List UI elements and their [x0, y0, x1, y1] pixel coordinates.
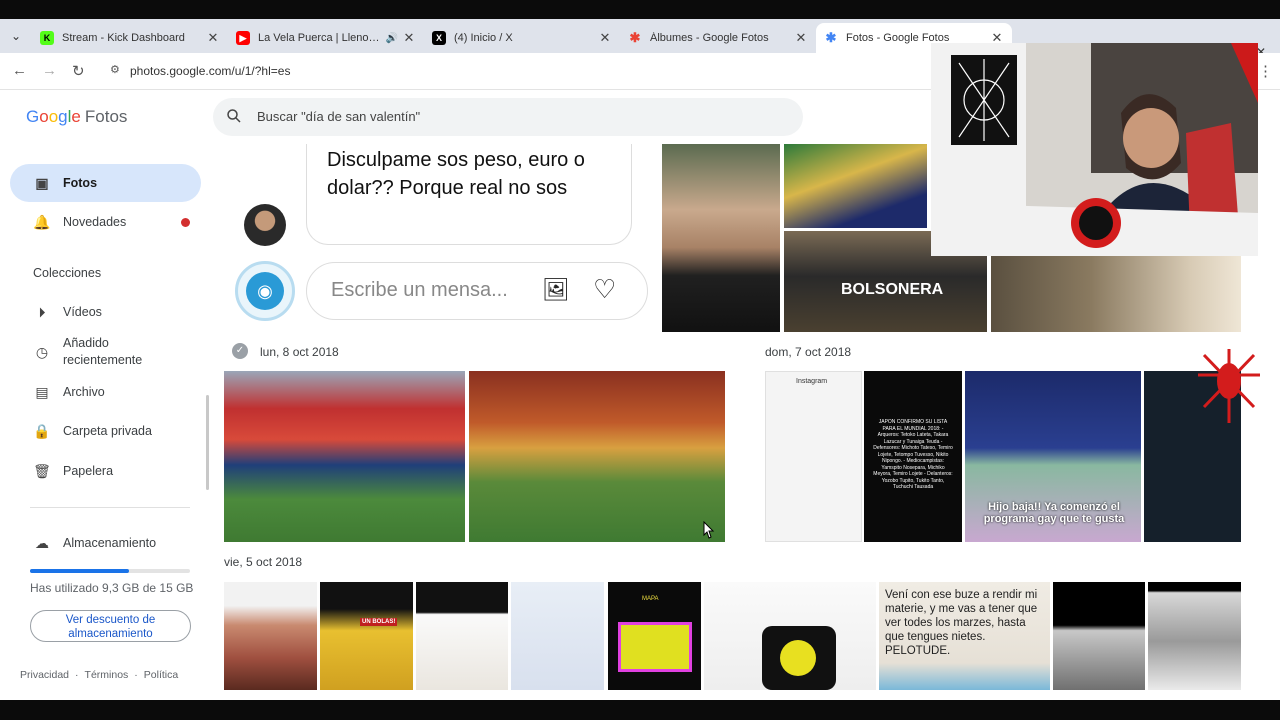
storage-discount-button[interactable]: Ver descuento de almacenamiento — [30, 610, 191, 642]
terms-link[interactable]: Términos — [85, 669, 129, 681]
tab-albums[interactable]: ✱ Álbumes - Google Fotos ✕ — [620, 23, 816, 53]
photo-document[interactable] — [511, 582, 604, 690]
play-icon: ⏵ — [38, 303, 46, 320]
youtube-favicon-icon: ▶ — [236, 31, 250, 45]
sidebar-divider — [30, 507, 190, 508]
chat-bubble: Disculpame sos peso, euro o dolar?? Porq… — [306, 144, 632, 245]
sidebar-item-fotos[interactable]: ▣ Fotos — [10, 164, 201, 202]
search-icon[interactable] — [225, 107, 243, 125]
lock-icon: 🔒 — [33, 422, 51, 439]
storage-progress-fill — [30, 569, 130, 573]
x-favicon-icon: X — [432, 31, 446, 45]
close-tab-icon[interactable]: ✕ — [794, 30, 808, 46]
message-input-image: Escribe un mensa... 🖼 ♡ — [306, 262, 648, 320]
mouse-cursor-icon — [703, 521, 715, 539]
notification-dot — [181, 218, 190, 227]
bottom-letterbox — [0, 700, 1280, 720]
bell-icon: 🔔 — [33, 213, 51, 230]
search-placeholder: Buscar "día de san valentín" — [257, 109, 421, 124]
sidebar-item-storage[interactable]: ☁ Almacenamiento — [10, 524, 201, 562]
date-header: lun, 8 oct 2018 — [260, 345, 339, 359]
photo-caption: BOLSONERA — [841, 281, 944, 298]
screen: ⌄ K Stream - Kick Dashboard ✕ ▶ La Vela … — [0, 0, 1280, 720]
site-info-icon[interactable]: ⚙ — [110, 63, 120, 76]
kick-favicon-icon: K — [40, 31, 54, 45]
heart-icon: ♡ — [593, 274, 617, 304]
photo-icon: ▣ — [35, 174, 49, 191]
sidebar-item-recent[interactable]: ◷ Añadido recientemente — [10, 333, 201, 371]
close-tab-icon[interactable]: ✕ — [206, 30, 220, 46]
photo-cartoon[interactable]: UN BOLAS! — [320, 582, 413, 690]
select-day-check-icon[interactable]: ✓ — [232, 343, 248, 359]
webcam-overlay — [931, 43, 1258, 256]
google-photos-favicon-icon: ✱ — [825, 30, 837, 45]
reload-icon[interactable]: ↻ — [72, 62, 85, 80]
close-tab-icon[interactable]: ✕ — [402, 30, 416, 46]
forward-icon[interactable]: → — [42, 62, 57, 79]
tab-title: La Vela Puerca | Llenos de M — [258, 32, 382, 44]
archive-icon: ▤ — [35, 383, 49, 400]
privacy-link[interactable]: Privacidad — [20, 669, 69, 681]
cloud-icon: ☁ — [35, 534, 49, 551]
storage-usage-text: Has utilizado 9,3 GB de 15 GB — [30, 581, 194, 595]
photo-game-map[interactable]: MAPA — [608, 582, 701, 690]
browser-menu-icon[interactable]: ⋮ — [1258, 62, 1273, 80]
back-icon[interactable]: ← — [12, 62, 27, 79]
search-bar[interactable]: Buscar "día de san valentín" — [213, 98, 803, 136]
tab-title: (4) Inicio / X — [454, 32, 513, 44]
sidebar-item-novedades[interactable]: 🔔 Novedades — [10, 203, 201, 241]
tab-title: Álbumes - Google Fotos — [650, 32, 769, 44]
collections-heading: Colecciones — [33, 266, 102, 280]
photo-tattoo[interactable] — [224, 582, 317, 690]
trash-icon: 🗑 — [33, 462, 51, 479]
policy-link[interactable]: Política — [144, 669, 178, 681]
storage-progress-bar — [30, 569, 190, 573]
photo-meme-tv[interactable]: Hijo baja!! Ya comenzó el programa gay q… — [965, 371, 1141, 542]
sidebar-item-archivo[interactable]: ▤ Archivo — [10, 373, 201, 411]
photo-politician[interactable] — [784, 144, 927, 228]
top-letterbox — [0, 0, 1280, 19]
tab-search-dropdown-icon[interactable]: ⌄ — [6, 26, 26, 46]
tab-youtube[interactable]: ▶ La Vela Puerca | Llenos de M 🔊 ✕ — [228, 23, 424, 53]
url-text: photos.google.com/u/1/?hl=es — [130, 64, 291, 78]
google-photos-logo[interactable]: Google Fotos — [26, 107, 127, 127]
photo-japan-list[interactable]: JAPON CONFIRMO SU LISTA PARA EL MUNDIAL … — [864, 371, 962, 542]
sidebar-item-trash[interactable]: 🗑 Papelera — [10, 452, 201, 490]
photo-football-2[interactable] — [469, 371, 725, 542]
photo-titanic[interactable] — [1148, 582, 1241, 690]
date-header: vie, 5 oct 2018 — [224, 555, 303, 569]
photo-instagram-screenshot[interactable]: Instagram — [765, 371, 862, 542]
camera-icon: ◉ — [235, 261, 295, 321]
webcam-image — [931, 43, 1258, 256]
speaker-icon[interactable]: 🔊 — [386, 33, 398, 44]
sidebar-item-videos[interactable]: ⏵ Vídeos — [10, 293, 201, 331]
clock-icon: ◷ — [35, 343, 49, 360]
sidebar-scrollbar[interactable] — [206, 395, 209, 490]
photo-chat-screenshot[interactable]: Disculpame sos peso, euro o dolar?? Porq… — [224, 144, 664, 332]
date-header: dom, 7 oct 2018 — [765, 345, 852, 359]
tab-kick[interactable]: K Stream - Kick Dashboard ✕ — [32, 23, 228, 53]
sidebar-item-private-folder[interactable]: 🔒 Carpeta privada — [10, 412, 201, 450]
photo-meme-text[interactable]: Vení con ese buze a rendir mi materie, y… — [879, 582, 1050, 690]
photo-sticker[interactable] — [704, 582, 876, 690]
image-icon: 🖼 — [542, 277, 570, 302]
tab-title: Stream - Kick Dashboard — [62, 32, 185, 44]
close-tab-icon[interactable]: ✕ — [598, 30, 612, 46]
photo-football-1[interactable] — [224, 371, 465, 542]
footer-links: Privacidad · Términos · Política — [20, 669, 179, 681]
avatar — [244, 204, 286, 246]
tab-x[interactable]: X (4) Inicio / X ✕ — [424, 23, 620, 53]
photo-man-eating[interactable] — [662, 144, 780, 332]
spider-logo-icon — [1198, 349, 1260, 423]
photo-bw-people[interactable] — [1053, 582, 1145, 690]
photo-text-screenshot[interactable] — [416, 582, 508, 690]
google-photos-favicon-icon: ✱ — [629, 30, 641, 45]
